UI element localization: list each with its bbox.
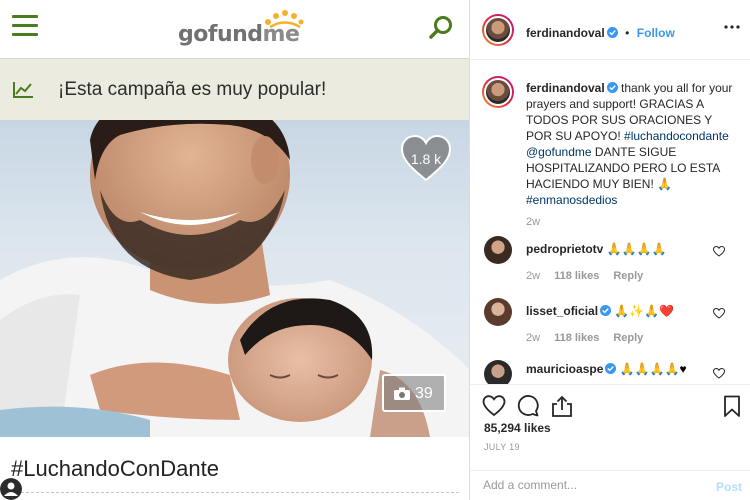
comment-age: 2w	[526, 332, 541, 344]
follow-button[interactable]: Follow	[637, 26, 675, 40]
comment-text: 🙏✨🙏❤️	[614, 304, 675, 318]
verified-icon	[605, 363, 617, 374]
comment-age: 2w	[526, 270, 541, 282]
comment-text: 🙏🙏🙏🙏	[606, 242, 667, 256]
logo-wordmark: gofundme	[178, 22, 300, 47]
avatar[interactable]	[482, 76, 514, 108]
avatar[interactable]	[484, 236, 512, 264]
hashtag-link[interactable]: #enmanosdedios	[526, 193, 617, 207]
comment-like-icon[interactable]	[713, 308, 725, 319]
comment-username[interactable]: pedroprietotv	[526, 242, 603, 256]
camera-icon	[394, 387, 410, 400]
popular-banner: ¡Esta campaña es muy popular!	[0, 58, 470, 120]
username[interactable]: ferdinandoval	[526, 26, 605, 40]
popular-text: ¡Esta campaña es muy popular!	[58, 79, 327, 100]
reply-button[interactable]: Reply	[613, 332, 643, 344]
avatar[interactable]	[484, 298, 512, 326]
caption-age: 2w	[526, 216, 541, 228]
like-icon[interactable]	[482, 395, 506, 417]
heart-count: 1.8 k	[410, 151, 442, 167]
user-icon[interactable]	[0, 478, 22, 500]
comment-username[interactable]: lisset_oficial	[526, 304, 598, 318]
photo-count: 39	[415, 385, 433, 402]
instagram-panel: ferdinandoval • Follow ferdinandoval tha…	[470, 0, 750, 500]
comment-line: pedroprietotv 🙏🙏🙏🙏	[526, 242, 666, 256]
post-caption: ferdinandoval thank you all for your pra…	[526, 80, 740, 208]
divider	[11, 492, 459, 493]
post-header: ferdinandoval • Follow	[470, 0, 750, 60]
campaign-photo[interactable]: 1.8 k 39	[0, 120, 470, 437]
comment-meta: 2w 118 likes Reply	[526, 332, 657, 344]
hamburger-icon[interactable]	[12, 15, 38, 37]
reply-button[interactable]: Reply	[613, 270, 643, 282]
save-icon[interactable]	[720, 395, 744, 417]
more-icon[interactable]	[724, 24, 740, 30]
mention-link[interactable]: @gofundme	[526, 145, 592, 159]
comment-like-icon[interactable]	[713, 368, 725, 379]
gofundme-panel: gofundme ¡Esta campaña es muy popular! 1…	[0, 0, 470, 500]
trend-icon	[13, 82, 33, 98]
comment-input[interactable]	[483, 478, 683, 492]
search-icon[interactable]	[428, 15, 454, 41]
gofundme-header: gofundme	[0, 0, 470, 58]
comment-icon[interactable]	[516, 395, 540, 417]
comment-likes[interactable]: 118 likes	[554, 332, 599, 344]
comment-line: mauricioaspe 🙏🙏🙏🙏♥	[526, 362, 687, 376]
post-date: JULY 19	[484, 442, 520, 452]
comment-line: lisset_oficial 🙏✨🙏❤️	[526, 304, 674, 318]
likes-count[interactable]: 85,294 likes	[484, 421, 551, 435]
comment-text: 🙏🙏🙏🙏♥	[619, 362, 687, 376]
comment-item: pedroprietotv 🙏🙏🙏🙏 2w 118 likes Reply	[470, 236, 750, 288]
comment-item: mauricioaspe 🙏🙏🙏🙏♥	[470, 360, 750, 384]
post-button[interactable]: Post	[716, 480, 742, 494]
comment-item: lisset_oficial 🙏✨🙏❤️ 2w 118 likes Reply	[470, 298, 750, 350]
hashtag-link[interactable]: #luchandocondante	[624, 129, 729, 143]
avatar[interactable]	[482, 14, 514, 46]
add-comment-bar: Post	[470, 470, 750, 500]
photo-count-button[interactable]: 39	[382, 374, 446, 412]
separator: •	[625, 26, 630, 40]
share-icon[interactable]	[550, 395, 574, 417]
avatar[interactable]	[484, 360, 512, 384]
caption-username[interactable]: ferdinandoval	[526, 81, 605, 95]
verified-icon	[600, 305, 612, 316]
comment-username[interactable]: mauricioaspe	[526, 362, 603, 376]
header-user-line: ferdinandoval • Follow	[526, 24, 675, 42]
campaign-title: #LuchandoConDante	[11, 456, 219, 481]
comment-like-icon[interactable]	[713, 246, 725, 257]
action-bar	[470, 384, 750, 424]
verified-icon	[606, 27, 618, 38]
comment-likes[interactable]: 118 likes	[554, 270, 599, 282]
verified-icon	[606, 82, 618, 93]
comment-meta: 2w 118 likes Reply	[526, 270, 657, 282]
